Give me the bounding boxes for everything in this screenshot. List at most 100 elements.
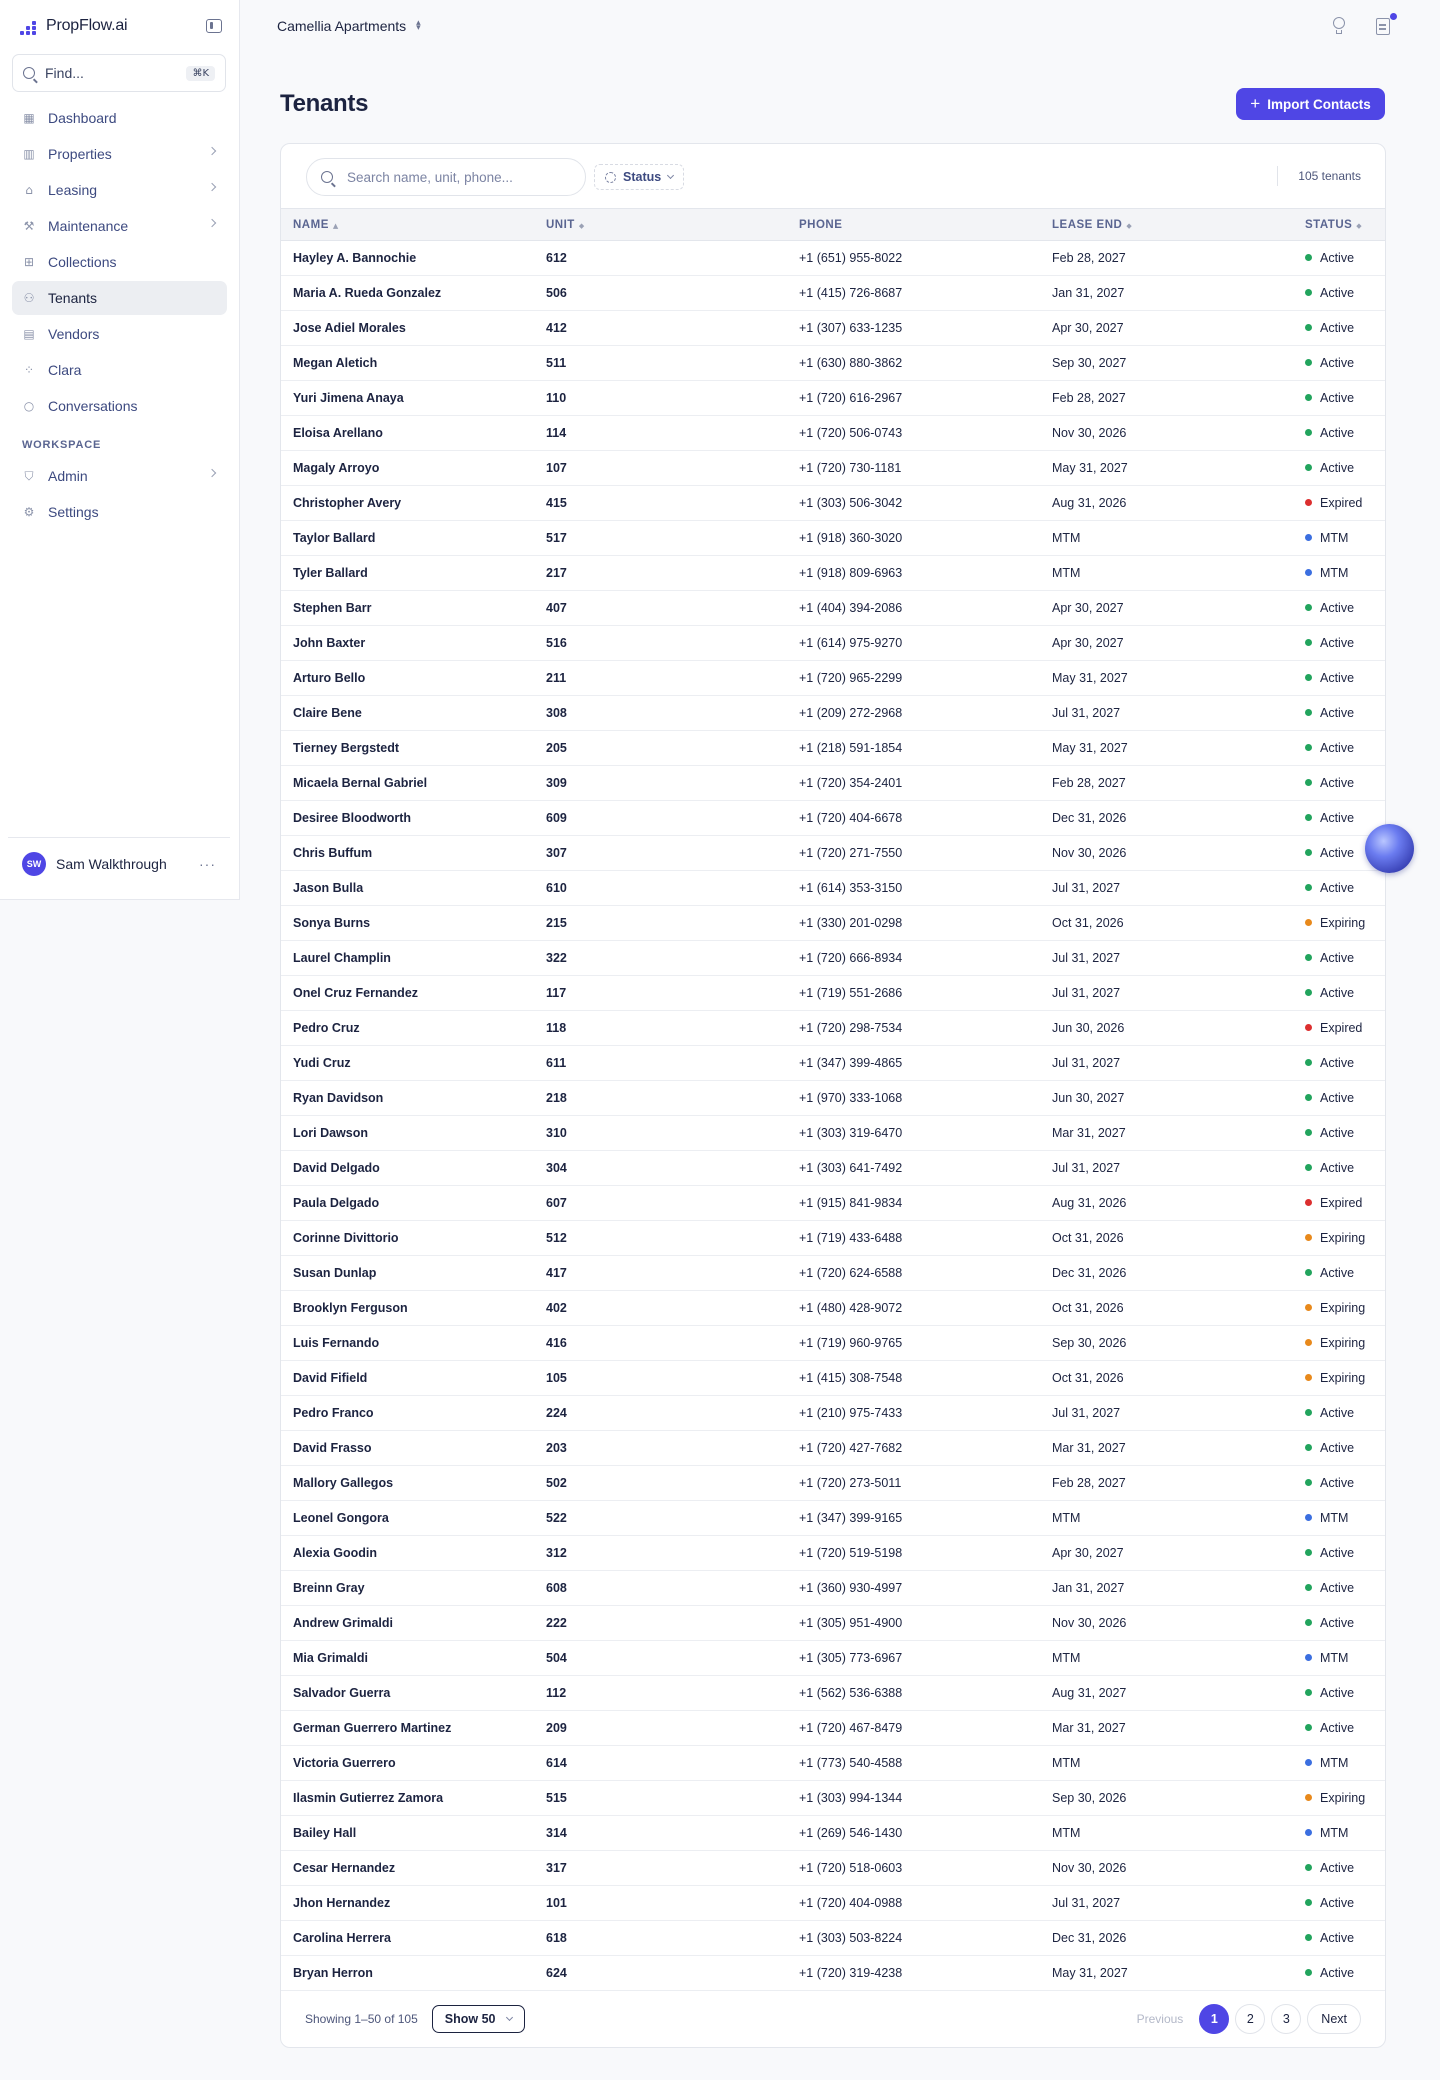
table-row[interactable]: Laurel Champlin 322 +1 (720) 666-8934 Jul 3… xyxy=(281,941,1385,976)
table-row[interactable]: Brooklyn Ferguson 402 +1 (480) 428-9072 Oct… xyxy=(281,1291,1385,1326)
sidebar-item-vendors[interactable]: ▤ Vendors xyxy=(12,317,227,351)
sidebar-item-maintenance[interactable]: ⚒ Maintenance xyxy=(12,209,227,243)
table-row[interactable]: Victoria Guerrero 614 +1 (773) 540-4588 MTM… xyxy=(281,1746,1385,1781)
cell-lease-end: Oct 31, 2026 xyxy=(1052,1301,1124,1315)
status-badge: Active xyxy=(1320,1896,1355,1910)
sidebar-item-dashboard[interactable]: ▦ Dashboard xyxy=(12,101,227,135)
next-page-button[interactable]: Next xyxy=(1307,2003,1361,2034)
table-row[interactable]: Mallory Gallegos 502 +1 (720) 273-5011 Feb … xyxy=(281,1466,1385,1501)
table-row[interactable]: Alexia Goodin 312 +1 (720) 519-5198 Apr 30,… xyxy=(281,1536,1385,1571)
sidebar-item-label: Tenants xyxy=(48,290,98,306)
cell-status: Expiring xyxy=(1293,1221,1385,1256)
table-row[interactable]: Magaly Arroyo 107 +1 (720) 730-1181 May 31,… xyxy=(281,451,1385,486)
page-button-3[interactable]: 3 xyxy=(1271,2003,1302,2034)
cell-status: Active xyxy=(1293,696,1385,731)
cell-phone: +1 (720) 404-0988 xyxy=(799,1896,903,1910)
table-row[interactable]: Bryan Herron 624 +1 (720) 319-4238 May 31, … xyxy=(281,1956,1385,1991)
sidebar-item-properties[interactable]: ▥ Properties xyxy=(12,137,227,171)
table-row[interactable]: Jhon Hernandez 101 +1 (720) 404-0988 Jul 31… xyxy=(281,1886,1385,1921)
table-row[interactable]: Micaela Bernal Gabriel 309 +1 (720) 354-24… xyxy=(281,766,1385,801)
table-row[interactable]: Maria A. Rueda Gonzalez 506 +1 (415) 726-8… xyxy=(281,276,1385,311)
page-button-2[interactable]: 2 xyxy=(1235,2003,1266,2034)
table-row[interactable]: Ilasmin Gutierrez Zamora 515 +1 (303) 994-… xyxy=(281,1781,1385,1816)
find-input[interactable]: Find... ⌘K xyxy=(12,54,226,92)
table-row[interactable]: Mia Grimaldi 504 +1 (305) 773-6967 MTM MTM xyxy=(281,1641,1385,1676)
column-header-lease-end[interactable]: LEASE END ◆ xyxy=(1040,209,1293,241)
table-row[interactable]: Bailey Hall 314 +1 (269) 546-1430 MTM MTM xyxy=(281,1816,1385,1851)
column-header-phone[interactable]: PHONE xyxy=(787,209,1040,241)
table-row[interactable]: Arturo Bello 211 +1 (720) 965-2299 May 31, … xyxy=(281,661,1385,696)
table-row[interactable]: David Delgado 304 +1 (303) 641-7492 Jul 31,… xyxy=(281,1151,1385,1186)
sidebar-item-collections[interactable]: ⊞ Collections xyxy=(12,245,227,279)
property-switcher[interactable]: Camellia Apartments ▴ ▾ xyxy=(277,18,421,34)
cell-unit: 607 xyxy=(546,1196,567,1210)
table-row[interactable]: Andrew Grimaldi 222 +1 (305) 951-4900 Nov 3… xyxy=(281,1606,1385,1641)
table-row[interactable]: Jason Bulla 610 +1 (614) 353-3150 Jul 31, 2… xyxy=(281,871,1385,906)
table-row[interactable]: Christopher Avery 415 +1 (303) 506-3042 Aug… xyxy=(281,486,1385,521)
table-row[interactable]: Onel Cruz Fernandez 117 +1 (719) 551-2686 J… xyxy=(281,976,1385,1011)
table-row[interactable]: Cesar Hernandez 317 +1 (720) 518-0603 Nov 3… xyxy=(281,1851,1385,1886)
table-row[interactable]: Jose Adiel Morales 412 +1 (307) 633-1235 Ap… xyxy=(281,311,1385,346)
status-filter-button[interactable]: Status xyxy=(594,164,685,190)
workspace-label: WORKSPACE xyxy=(22,439,102,451)
sidebar-item-settings[interactable]: ⚙ Settings xyxy=(12,495,227,529)
table-row[interactable]: Leonel Gongora 522 +1 (347) 399-9165 MTM MTM xyxy=(281,1501,1385,1536)
cell-name: Ilasmin Gutierrez Zamora xyxy=(293,1791,444,1805)
table-row[interactable]: Stephen Barr 407 +1 (404) 394-2086 Apr 30, … xyxy=(281,591,1385,626)
cell-phone: +1 (480) 428-9072 xyxy=(799,1301,903,1315)
previous-page-button[interactable]: Previous xyxy=(1127,2012,1194,2026)
table-row[interactable]: David Frasso 203 +1 (720) 427-7682 Mar 31, … xyxy=(281,1431,1385,1466)
sidebar-item-tenants[interactable]: ⚇ Tenants xyxy=(12,281,227,315)
table-row[interactable]: Taylor Ballard 517 +1 (918) 360-3020 MTM MTM xyxy=(281,521,1385,556)
app-logo[interactable]: PropFlow.ai xyxy=(20,16,128,36)
page-button-1[interactable]: 1 xyxy=(1199,2003,1230,2034)
table-row[interactable]: Tyler Ballard 217 +1 (918) 809-6963 MTM MTM xyxy=(281,556,1385,591)
import-contacts-button[interactable]: + Import Contacts xyxy=(1236,88,1385,120)
column-header-unit[interactable]: UNIT ◆ xyxy=(534,209,787,241)
table-row[interactable]: David Fifield 105 +1 (415) 308-7548 Oct 31,… xyxy=(281,1361,1385,1396)
column-header-name[interactable]: NAME ▲ xyxy=(281,209,534,241)
table-row[interactable]: Hayley A. Bannochie 612 +1 (651) 955-8022 F… xyxy=(281,241,1385,276)
table-row[interactable]: Claire Bene 308 +1 (209) 272-2968 Jul 31, 2… xyxy=(281,696,1385,731)
cell-status: Active xyxy=(1293,1466,1385,1501)
table-row[interactable]: Yuri Jimena Anaya 110 +1 (720) 616-2967 Feb… xyxy=(281,381,1385,416)
sidebar-item-conversations[interactable]: ○ Conversations xyxy=(12,389,227,423)
table-row[interactable]: Paula Delgado 607 +1 (915) 841-9834 Aug 31,… xyxy=(281,1186,1385,1221)
sidebar-toggle-icon[interactable] xyxy=(206,19,222,33)
table-row[interactable]: Breinn Gray 608 +1 (360) 930-4997 Jan 31, 2… xyxy=(281,1571,1385,1606)
cell-lease-end: Oct 31, 2026 xyxy=(1052,1231,1124,1245)
table-row[interactable]: Susan Dunlap 417 +1 (720) 624-6588 Dec 31, … xyxy=(281,1256,1385,1291)
more-icon[interactable]: ··· xyxy=(199,856,216,872)
table-row[interactable]: Pedro Franco 224 +1 (210) 975-7433 Jul 31, … xyxy=(281,1396,1385,1431)
sidebar-item-admin[interactable]: ⛉ Admin xyxy=(12,459,227,493)
table-row[interactable]: Eloisa Arellano 114 +1 (720) 506-0743 Nov 3… xyxy=(281,416,1385,451)
document-icon[interactable] xyxy=(1376,18,1390,35)
table-row[interactable]: Carolina Herrera 618 +1 (303) 503-8224 Dec … xyxy=(281,1921,1385,1956)
sidebar-item-leasing[interactable]: ⌂ Leasing xyxy=(12,173,227,207)
table-row[interactable]: Desiree Bloodworth 609 +1 (720) 404-6678 De… xyxy=(281,801,1385,836)
sidebar-item-clara[interactable]: ⁘ Clara xyxy=(12,353,227,387)
table-row[interactable]: Yudi Cruz 611 +1 (347) 399-4865 Jul 31, 202… xyxy=(281,1046,1385,1081)
tenant-search-input[interactable]: Search name, unit, phone... xyxy=(306,158,586,196)
table-row[interactable]: Chris Buffum 307 +1 (720) 271-7550 Nov 30, … xyxy=(281,836,1385,871)
page-size-select[interactable]: Show 50 xyxy=(431,2004,526,2033)
cell-name: Paula Delgado xyxy=(293,1196,380,1210)
cell-unit: 304 xyxy=(546,1161,567,1175)
table-row[interactable]: Sonya Burns 215 +1 (330) 201-0298 Oct 31, 2… xyxy=(281,906,1385,941)
table-row[interactable]: German Guerrero Martinez 209 +1 (720) 467-… xyxy=(281,1711,1385,1746)
lightbulb-icon[interactable] xyxy=(1331,17,1347,35)
status-dot xyxy=(1305,1689,1312,1696)
assistant-orb-button[interactable] xyxy=(1365,824,1414,873)
user-menu[interactable]: SW Sam Walkthrough ··· xyxy=(8,837,230,889)
table-row[interactable]: Tierney Bergstedt 205 +1 (218) 591-1854 May… xyxy=(281,731,1385,766)
table-row[interactable]: Salvador Guerra 112 +1 (562) 536-6388 Aug 3… xyxy=(281,1676,1385,1711)
table-row[interactable]: John Baxter 516 +1 (614) 975-9270 Apr 30, 2… xyxy=(281,626,1385,661)
table-row[interactable]: Luis Fernando 416 +1 (719) 960-9765 Sep 30,… xyxy=(281,1326,1385,1361)
find-placeholder: Find... xyxy=(45,65,84,81)
table-row[interactable]: Corinne Divittorio 512 +1 (719) 433-6488 Oc… xyxy=(281,1221,1385,1256)
column-header-status[interactable]: STATUS ◆ xyxy=(1293,209,1385,241)
table-row[interactable]: Ryan Davidson 218 +1 (970) 333-1068 Jun 30,… xyxy=(281,1081,1385,1116)
table-row[interactable]: Megan Aletich 511 +1 (630) 880-3862 Sep 30,… xyxy=(281,346,1385,381)
table-row[interactable]: Lori Dawson 310 +1 (303) 319-6470 Mar 31, 2… xyxy=(281,1116,1385,1151)
table-row[interactable]: Pedro Cruz 118 +1 (720) 298-7534 Jun 30, 20… xyxy=(281,1011,1385,1046)
